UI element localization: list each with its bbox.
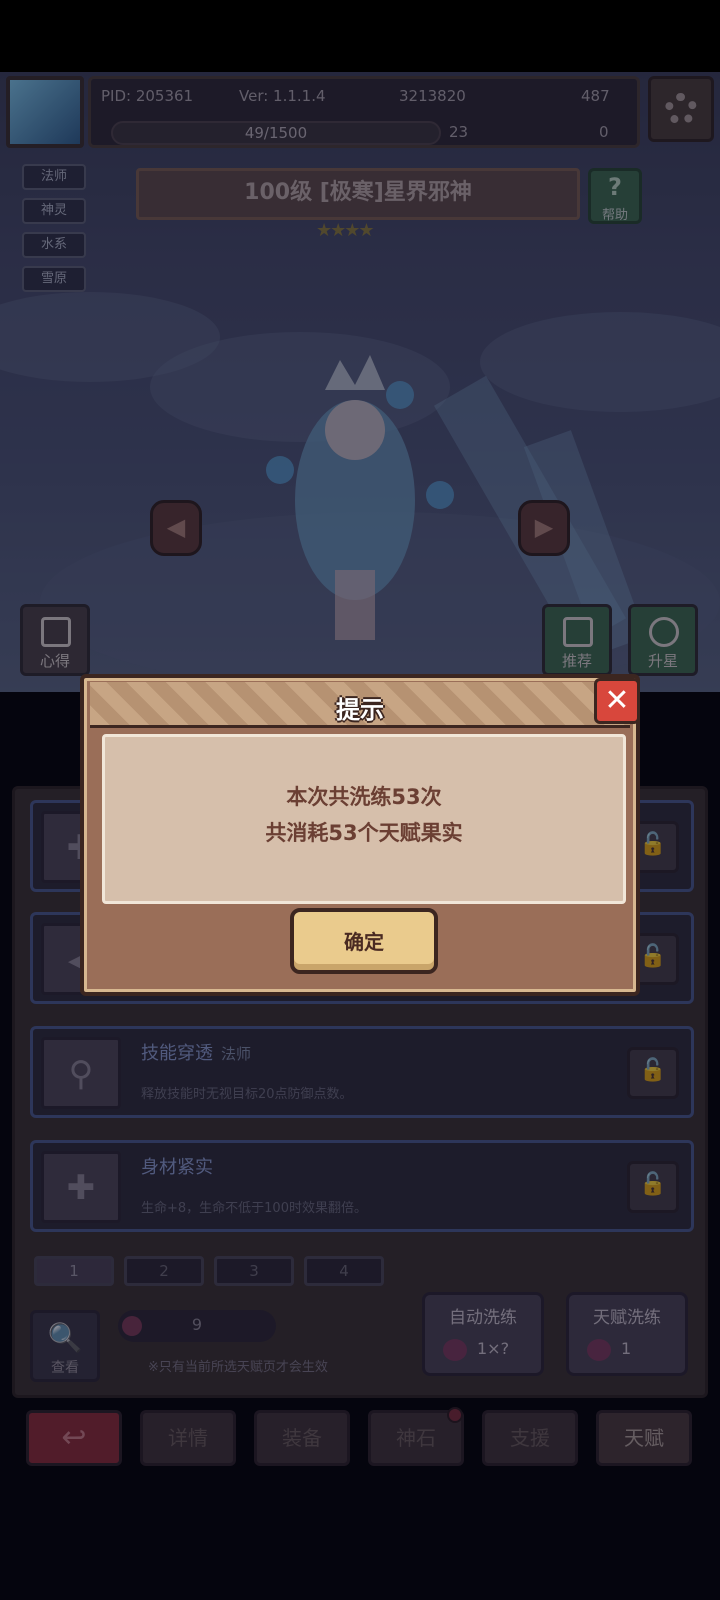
page-note: ※只有当前所选天赋页才会生效: [148, 1360, 328, 1375]
view-label: 查看: [51, 1360, 79, 1376]
auto-wash-cost: 1×?: [477, 1339, 510, 1358]
notes-label: 心得: [39, 652, 70, 670]
version-label: Ver: 1.1.1.4: [239, 87, 326, 105]
nav-godstone[interactable]: 神石: [368, 1407, 464, 1466]
tag-element: 水系: [22, 232, 86, 258]
notes-button[interactable]: 心得: [20, 604, 90, 676]
talent-page-tab-4[interactable]: 4: [304, 1256, 384, 1286]
auto-wash-button[interactable]: 自动洗练 1×?: [422, 1292, 544, 1376]
nav-equipment[interactable]: 装备: [254, 1410, 350, 1466]
staff-icon: ⚲: [68, 1054, 94, 1094]
thumbs-up-icon: [563, 617, 593, 647]
view-button[interactable]: 🔍 查看: [30, 1310, 100, 1382]
talent-icon-box: ✚: [41, 1151, 121, 1223]
dialog-header: 提示: [90, 682, 630, 728]
auto-wash-label: 自动洗练: [449, 1308, 517, 1328]
confirm-label: 确定: [344, 930, 384, 954]
talent-page-tab-1[interactable]: 1: [34, 1256, 114, 1286]
tag-race: 神灵: [22, 198, 86, 224]
talent-name: 技能穿透: [141, 1043, 213, 1064]
settings-button[interactable]: [648, 76, 714, 142]
status-bar: [0, 0, 720, 72]
magnifier-icon: 🔍: [47, 1321, 83, 1354]
key-count: 0: [599, 123, 609, 141]
hint-dialog: 提示 ✕ 本次共洗练53次 共消耗53个天赋果实 确定: [80, 674, 640, 996]
nav-details[interactable]: 详情: [140, 1410, 236, 1466]
talent-class: 法师: [221, 1045, 252, 1063]
nav-talent[interactable]: 天赋: [596, 1410, 692, 1466]
star-up-button[interactable]: 升星: [628, 604, 698, 676]
pid-label: PID: 205361: [101, 87, 194, 105]
help-label: 帮助: [601, 208, 628, 223]
lock-button[interactable]: 🔓: [627, 1047, 679, 1099]
talent-wash-cost: 1: [621, 1339, 632, 1358]
hero-stars: ★★★★: [316, 220, 375, 241]
talent-slot-4[interactable]: ✚ 身材紧实 生命+8，生命不低于100时效果翻倍。 🔓: [30, 1140, 694, 1232]
chevron-right-icon: ▶: [534, 513, 554, 541]
hero-title: 100级 [极寒]星界邪神: [136, 168, 580, 220]
next-hero-button[interactable]: ▶: [518, 500, 570, 556]
nav-godstone-label: 神石: [396, 1426, 436, 1450]
lock-icon: 🔓: [639, 1172, 667, 1197]
recommend-label: 推荐: [561, 652, 592, 670]
talent-desc: 释放技能时无视目标20点防御点数。: [141, 1087, 353, 1102]
player-avatar[interactable]: [6, 76, 84, 148]
prev-hero-button[interactable]: ◀: [150, 500, 202, 556]
tag-region: 雪原: [22, 266, 86, 292]
recommend-button[interactable]: 推荐: [542, 604, 612, 676]
resource-hud: PID: 205361 Ver: 1.1.1.4 3213820 487 49/…: [88, 76, 640, 148]
tag-class: 法师: [22, 164, 86, 190]
dialog-body: 本次共洗练53次 共消耗53个天赋果实: [102, 734, 626, 904]
talent-icon-box: ⚲: [41, 1037, 121, 1109]
question-icon: ?: [608, 173, 622, 201]
back-button[interactable]: ↩: [26, 1410, 122, 1466]
dialog-close-button[interactable]: ✕: [594, 678, 640, 724]
notes-icon: [41, 617, 71, 647]
lock-button[interactable]: 🔓: [627, 1161, 679, 1213]
talent-wash-label: 天赋洗练: [593, 1308, 661, 1328]
talent-page-tab-2[interactable]: 2: [124, 1256, 204, 1286]
talent-desc: 生命+8，生命不低于100时效果翻倍。: [141, 1201, 367, 1216]
talent-wash-button[interactable]: 天赋洗练 1: [566, 1292, 688, 1376]
fruit-count-value: 9: [191, 1315, 203, 1334]
notification-dot: [447, 1407, 463, 1423]
clover-count: 23: [449, 123, 469, 141]
gold-value: 3213820: [399, 87, 466, 105]
dialog-message-line-1: 本次共洗练53次: [286, 785, 442, 809]
gear-icon: [665, 93, 697, 125]
talent-fruit-icon: [443, 1339, 467, 1361]
talent-fruit-icon: [587, 1339, 611, 1361]
help-button[interactable]: ? 帮助: [588, 168, 642, 224]
dialog-message-line-2: 共消耗53个天赋果实: [265, 821, 463, 845]
back-arrow-icon: ↩: [61, 1420, 87, 1455]
hero-sprite: [266, 355, 454, 640]
star-icon: [649, 617, 679, 647]
talent-page-tab-3[interactable]: 3: [214, 1256, 294, 1286]
star-up-label: 升星: [647, 652, 678, 670]
fruit-count: 9: [118, 1310, 276, 1342]
talent-name: 身材紧实: [141, 1157, 213, 1178]
confirm-button[interactable]: 确定: [290, 908, 438, 974]
lock-icon: 🔓: [639, 1058, 667, 1083]
dialog-title: 提示: [336, 696, 384, 724]
gem-value: 487: [581, 87, 610, 105]
chevron-left-icon: ◀: [166, 513, 186, 541]
cross-icon: ✚: [66, 1168, 96, 1208]
nav-support[interactable]: 支援: [482, 1410, 578, 1466]
talent-slot-3[interactable]: ⚲ 技能穿透 法师 释放技能时无视目标20点防御点数。 🔓: [30, 1026, 694, 1118]
close-icon: ✕: [604, 683, 630, 718]
